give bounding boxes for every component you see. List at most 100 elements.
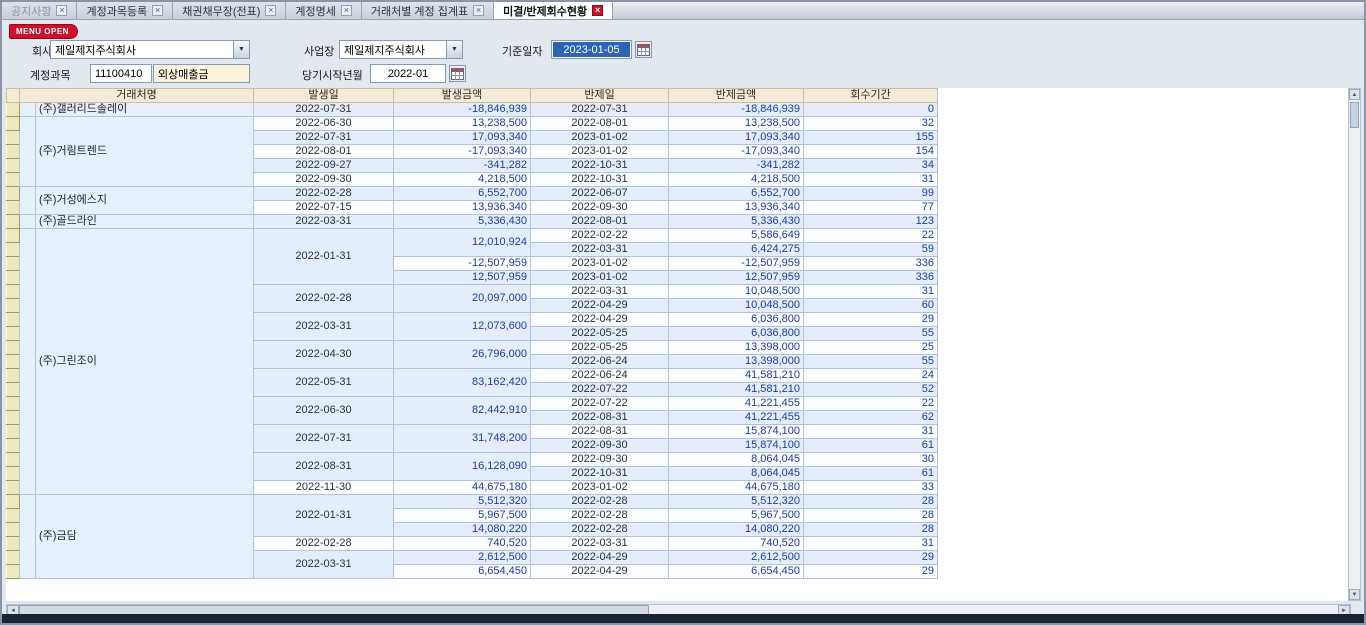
row-selector[interactable] (7, 411, 20, 425)
period-cell[interactable]: 31 (804, 173, 938, 187)
settle-date-cell[interactable]: 2022-02-28 (531, 495, 669, 509)
settle-date-cell[interactable]: 2022-03-31 (531, 537, 669, 551)
occur-amount-cell[interactable]: 20,097,000 (394, 285, 531, 313)
row-selector[interactable] (7, 523, 20, 537)
period-cell[interactable]: 62 (804, 411, 938, 425)
tab-close-icon[interactable]: × (265, 5, 276, 16)
row-selector[interactable] (7, 495, 20, 509)
period-cell[interactable]: 29 (804, 565, 938, 579)
occur-date-cell[interactable]: 2022-07-31 (254, 103, 394, 117)
occur-amount-cell[interactable]: 13,238,500 (394, 117, 531, 131)
row-selector[interactable] (7, 131, 20, 145)
row-selector[interactable] (7, 103, 20, 117)
period-cell[interactable]: 22 (804, 397, 938, 411)
occur-amount-cell[interactable]: 12,010,924 (394, 229, 531, 257)
period-cell[interactable]: 99 (804, 187, 938, 201)
occur-date-cell[interactable]: 2022-06-30 (254, 117, 394, 131)
settle-amount-cell[interactable]: 8,064,045 (669, 453, 804, 467)
row-selector[interactable] (7, 201, 20, 215)
period-cell[interactable]: 60 (804, 299, 938, 313)
settle-date-cell[interactable]: 2023-01-02 (531, 257, 669, 271)
occur-amount-cell[interactable]: 740,520 (394, 537, 531, 551)
settle-date-cell[interactable]: 2022-02-22 (531, 229, 669, 243)
period-cell[interactable]: 0 (804, 103, 938, 117)
occur-amount-cell[interactable]: 44,675,180 (394, 481, 531, 495)
tab-1[interactable]: 계정과목등록× (77, 2, 173, 19)
period-cell[interactable]: 55 (804, 355, 938, 369)
row-selector[interactable] (7, 551, 20, 565)
occur-date-cell[interactable]: 2022-05-31 (254, 369, 394, 397)
period-cell[interactable]: 33 (804, 481, 938, 495)
settle-date-cell[interactable]: 2022-07-22 (531, 397, 669, 411)
period-cell[interactable]: 336 (804, 271, 938, 285)
occur-date-cell[interactable]: 2022-09-30 (254, 173, 394, 187)
occur-date-cell[interactable]: 2022-07-15 (254, 201, 394, 215)
row-selector[interactable] (7, 509, 20, 523)
tab-2[interactable]: 채권채무장(전표)× (173, 2, 286, 19)
settle-amount-cell[interactable]: 41,581,210 (669, 383, 804, 397)
period-cell[interactable]: 336 (804, 257, 938, 271)
row-selector[interactable] (7, 271, 20, 285)
occur-date-cell[interactable]: 2022-01-31 (254, 495, 394, 537)
settle-amount-cell[interactable]: 17,093,340 (669, 131, 804, 145)
occur-date-cell[interactable]: 2022-02-28 (254, 285, 394, 313)
period-cell[interactable]: 28 (804, 509, 938, 523)
period-cell[interactable]: 52 (804, 383, 938, 397)
period-cell[interactable]: 22 (804, 229, 938, 243)
settle-date-cell[interactable]: 2022-08-01 (531, 215, 669, 229)
settle-amount-cell[interactable]: 2,612,500 (669, 551, 804, 565)
row-selector[interactable] (7, 425, 20, 439)
period-cell[interactable]: 25 (804, 341, 938, 355)
settle-date-cell[interactable]: 2022-08-01 (531, 117, 669, 131)
scroll-down-icon[interactable]: ▼ (1349, 589, 1360, 600)
settle-amount-cell[interactable]: 5,967,500 (669, 509, 804, 523)
occur-date-cell[interactable]: 2022-09-27 (254, 159, 394, 173)
period-cell[interactable]: 31 (804, 285, 938, 299)
occur-amount-cell[interactable]: 83,162,420 (394, 369, 531, 397)
settle-amount-cell[interactable]: 41,221,455 (669, 397, 804, 411)
occur-amount-cell[interactable]: -12,507,959 (394, 257, 531, 271)
occur-date-cell[interactable]: 2022-06-30 (254, 397, 394, 425)
base-date-input[interactable]: 2023-01-05 (551, 40, 632, 59)
settle-date-cell[interactable]: 2023-01-02 (531, 131, 669, 145)
customer-cell[interactable]: (주)거성에스지 (36, 187, 254, 215)
row-selector[interactable] (7, 481, 20, 495)
period-start-input[interactable]: 2022-01 (370, 64, 446, 83)
row-selector[interactable] (7, 313, 20, 327)
settle-date-cell[interactable]: 2022-02-28 (531, 523, 669, 537)
settle-amount-cell[interactable]: -12,507,959 (669, 257, 804, 271)
occur-amount-cell[interactable]: 14,080,220 (394, 523, 531, 537)
settle-date-cell[interactable]: 2022-06-07 (531, 187, 669, 201)
settle-date-cell[interactable]: 2022-04-29 (531, 551, 669, 565)
occur-amount-cell[interactable]: 12,073,600 (394, 313, 531, 341)
period-cell[interactable]: 24 (804, 369, 938, 383)
occur-date-cell[interactable]: 2022-03-31 (254, 313, 394, 341)
row-selector[interactable] (7, 565, 20, 579)
settle-date-cell[interactable]: 2022-08-31 (531, 411, 669, 425)
settle-date-cell[interactable]: 2022-10-31 (531, 467, 669, 481)
row-selector[interactable] (7, 285, 20, 299)
settle-date-cell[interactable]: 2022-03-31 (531, 243, 669, 257)
row-selector[interactable] (7, 327, 20, 341)
settle-amount-cell[interactable]: 5,512,320 (669, 495, 804, 509)
tab-3[interactable]: 계정명세× (286, 2, 361, 19)
settle-date-cell[interactable]: 2022-05-25 (531, 327, 669, 341)
settle-amount-cell[interactable]: 6,424,275 (669, 243, 804, 257)
settle-amount-cell[interactable]: 8,064,045 (669, 467, 804, 481)
occur-amount-cell[interactable]: 5,512,320 (394, 495, 531, 509)
settle-amount-cell[interactable]: -341,282 (669, 159, 804, 173)
settle-date-cell[interactable]: 2023-01-02 (531, 145, 669, 159)
settle-date-cell[interactable]: 2022-10-31 (531, 173, 669, 187)
occur-amount-cell[interactable]: 6,552,700 (394, 187, 531, 201)
settle-date-cell[interactable]: 2022-04-29 (531, 565, 669, 579)
row-selector[interactable] (7, 215, 20, 229)
row-selector[interactable] (7, 257, 20, 271)
settle-date-cell[interactable]: 2022-06-24 (531, 355, 669, 369)
settle-amount-cell[interactable]: 13,936,340 (669, 201, 804, 215)
tab-close-icon[interactable]: × (592, 5, 603, 16)
settle-amount-cell[interactable]: 14,080,220 (669, 523, 804, 537)
tab-close-icon[interactable]: × (473, 5, 484, 16)
settle-amount-cell[interactable]: -17,093,340 (669, 145, 804, 159)
settle-amount-cell[interactable]: 6,036,800 (669, 327, 804, 341)
settle-amount-cell[interactable]: 41,221,455 (669, 411, 804, 425)
